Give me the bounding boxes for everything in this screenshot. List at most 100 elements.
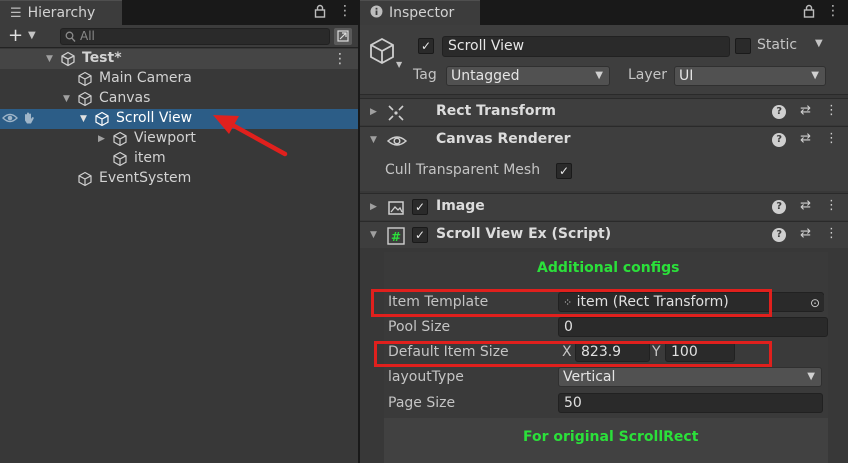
annotation-box-default-item-size	[374, 341, 772, 367]
list-icon: ☰	[10, 5, 22, 21]
presets-icon[interactable]: ⇄	[800, 131, 811, 147]
lock-icon[interactable]	[803, 4, 815, 22]
image-enabled-checkbox[interactable]: ✓	[412, 199, 428, 215]
help-icon[interactable]: ?	[772, 133, 787, 147]
prop-page-size: Page Size 50	[388, 393, 828, 415]
active-checkbox[interactable]: ✓	[418, 38, 434, 54]
component-title: Rect Transform	[436, 103, 557, 119]
annotation-box-item-template	[371, 289, 772, 317]
layer-value: UI	[679, 68, 694, 84]
component-scroll-view-ex[interactable]: ▼ # ✓ Scroll View Ex (Script) ? ⇄ ⋮	[360, 221, 848, 248]
hierarchy-item-label: EventSystem	[99, 170, 192, 186]
help-icon[interactable]: ?	[772, 200, 787, 214]
pickable-hand-icon[interactable]	[22, 111, 36, 129]
scene-menu-icon[interactable]: ⋮	[333, 49, 347, 69]
info-icon	[370, 5, 383, 22]
hierarchy-toolbar: + ▼ All	[0, 25, 359, 48]
collapse-arrow-icon[interactable]: ▼	[46, 54, 53, 64]
chevron-down-icon[interactable]: ▼	[28, 28, 36, 44]
object-name-field[interactable]: Scroll View	[442, 36, 730, 57]
static-checkbox[interactable]: ✓	[735, 38, 751, 54]
chevron-down-icon[interactable]: ▼	[396, 60, 402, 69]
gameobject-cube-icon	[112, 131, 128, 147]
layer-dropdown[interactable]: UI ▼	[674, 66, 826, 86]
visibility-eye-icon[interactable]	[2, 111, 18, 129]
create-plus-button[interactable]: +	[8, 25, 23, 47]
tab-inspector[interactable]: Inspector	[360, 0, 480, 25]
panel-menu-icon[interactable]: ⋮	[826, 3, 840, 19]
chevron-down-icon[interactable]: ▼	[815, 38, 823, 49]
scene-row[interactable]: ▼ Test* ⋮	[0, 49, 359, 69]
prop-pool-size: Pool Size 0	[388, 317, 828, 339]
component-menu-icon[interactable]: ⋮	[825, 131, 838, 147]
presets-icon[interactable]: ⇄	[800, 103, 811, 119]
gameobject-cube-icon	[77, 171, 93, 187]
component-rect-transform[interactable]: ▶ Rect Transform ? ⇄ ⋮	[360, 98, 848, 125]
collapse-arrow-icon[interactable]: ▼	[370, 135, 377, 145]
expand-arrow-icon[interactable]: ▶	[370, 107, 377, 117]
gameobject-header: ▼ ✓ Scroll View ✓ Static ▼ Tag Untagged …	[360, 25, 848, 95]
component-title: Scroll View Ex (Script)	[436, 226, 612, 242]
component-title: Canvas Renderer	[436, 131, 571, 147]
tag-dropdown[interactable]: Untagged ▼	[446, 66, 610, 86]
pool-size-label: Pool Size	[388, 319, 451, 335]
svg-text:#: #	[391, 230, 401, 244]
tag-value: Untagged	[451, 68, 520, 84]
hierarchy-item-label: Main Camera	[99, 70, 192, 86]
tab-hierarchy-label: Hierarchy	[27, 5, 96, 21]
help-icon[interactable]: ?	[772, 228, 787, 242]
gameobject-cube-icon[interactable]	[368, 37, 396, 65]
cull-checkbox[interactable]: ✓	[556, 163, 572, 179]
component-title: Image	[436, 198, 485, 214]
static-label: Static	[757, 37, 798, 53]
presets-icon[interactable]: ⇄	[800, 226, 811, 242]
panel-menu-icon[interactable]: ⋮	[338, 3, 352, 19]
tab-hierarchy[interactable]: ☰ Hierarchy	[0, 0, 122, 25]
help-icon[interactable]: ?	[772, 105, 787, 119]
object-picker-icon[interactable]: ⊙	[806, 295, 824, 311]
search-placeholder: All	[80, 29, 95, 43]
hierarchy-item-eventsystem[interactable]: EventSystem	[0, 169, 359, 189]
hierarchy-search-input[interactable]: All	[60, 28, 330, 45]
image-icon	[387, 199, 405, 217]
hierarchy-item-main-camera[interactable]: Main Camera	[0, 69, 359, 89]
search-icon	[65, 29, 76, 47]
chevron-down-icon: ▼	[595, 70, 603, 81]
page-size-label: Page Size	[388, 395, 456, 411]
eye-icon	[386, 132, 408, 150]
component-image[interactable]: ▶ ✓ Image ? ⇄ ⋮	[360, 193, 848, 220]
hierarchy-item-label: Canvas	[99, 90, 151, 106]
hierarchy-item-viewport[interactable]: ▶ Viewport	[0, 129, 359, 149]
lock-icon[interactable]	[314, 4, 326, 22]
chevron-down-icon: ▼	[811, 70, 819, 81]
layout-type-label: layoutType	[388, 369, 464, 385]
layout-type-value: Vertical	[563, 369, 616, 385]
hierarchy-panel: ☰ Hierarchy ⋮ + ▼ All ▼ Test* ⋮ Main Cam…	[0, 0, 359, 463]
component-menu-icon[interactable]: ⋮	[825, 103, 838, 119]
page-size-field[interactable]: 50	[558, 393, 823, 413]
script-enabled-checkbox[interactable]: ✓	[412, 227, 428, 243]
section-additional-configs: Additional configs	[537, 260, 680, 276]
search-filter-icon[interactable]	[334, 28, 352, 45]
presets-icon[interactable]: ⇄	[800, 198, 811, 214]
hierarchy-item-canvas[interactable]: ▼ Canvas	[0, 89, 359, 109]
layout-type-dropdown[interactable]: Vertical ▼	[558, 367, 822, 387]
component-menu-icon[interactable]: ⋮	[825, 198, 838, 214]
hierarchy-item-item[interactable]: item	[0, 149, 359, 169]
expand-arrow-icon[interactable]: ▶	[370, 202, 377, 212]
component-menu-icon[interactable]: ⋮	[825, 226, 838, 242]
hierarchy-item-scroll-view[interactable]: ▼ Scroll View	[0, 109, 359, 129]
gameobject-cube-icon	[77, 71, 93, 87]
unity-scene-icon	[60, 51, 76, 67]
collapse-arrow-icon[interactable]: ▼	[80, 114, 87, 124]
tab-inspector-label: Inspector	[389, 5, 455, 21]
expand-arrow-icon[interactable]: ▶	[98, 134, 105, 144]
hierarchy-tabbar: ☰ Hierarchy ⋮	[0, 0, 359, 25]
collapse-arrow-icon[interactable]: ▼	[63, 94, 70, 104]
pool-size-field[interactable]: 0	[558, 317, 828, 337]
prop-layout-type: layoutType Vertical ▼	[388, 367, 828, 389]
component-canvas-renderer[interactable]: ▼ Canvas Renderer ? ⇄ ⋮	[360, 126, 848, 153]
gameobject-cube-icon	[112, 151, 128, 167]
inspector-panel: Inspector ⋮ ▼ ✓ Scroll View ✓ Static ▼ T…	[360, 0, 848, 463]
collapse-arrow-icon[interactable]: ▼	[370, 230, 377, 240]
